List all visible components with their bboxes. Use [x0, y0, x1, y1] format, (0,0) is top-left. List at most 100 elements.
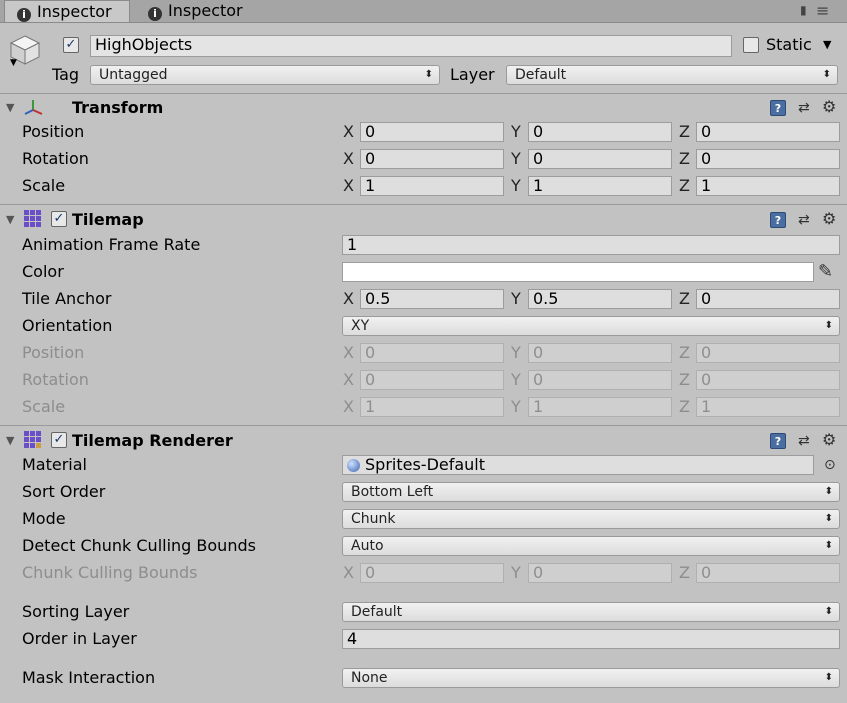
disabled-scale-y-field: 1	[528, 397, 672, 417]
scale-y-field[interactable]: 1	[528, 176, 672, 196]
renderer-enabled-checkbox[interactable]: ✓	[51, 432, 67, 448]
gear-icon[interactable]: ⚙	[822, 99, 836, 115]
orientation-dropdown[interactable]: XY ⬍	[342, 316, 840, 336]
icon-dropdown-arrow-icon[interactable]: ▼	[10, 58, 17, 68]
gear-icon[interactable]: ⚙	[822, 211, 836, 227]
menu-icon[interactable]: ≡	[816, 1, 829, 20]
gameobject-name-field[interactable]: HighObjects	[90, 35, 732, 57]
x-axis-label: X	[343, 122, 354, 141]
sort-order-value: Bottom Left	[351, 484, 434, 500]
preset-icon[interactable]: ⇄	[798, 433, 810, 449]
scale-x-field[interactable]: 1	[360, 176, 504, 196]
rotation-y-field[interactable]: 0	[528, 149, 672, 169]
y-axis-label: Y	[511, 343, 521, 362]
foldout-arrow-icon[interactable]: ▼	[6, 96, 14, 120]
frame-rate-field[interactable]: 1	[342, 235, 840, 255]
tab-bar: i Inspector i Inspector ▮ ≡	[0, 0, 847, 23]
x-axis-label: X	[343, 370, 354, 389]
position-y-field[interactable]: 0	[528, 122, 672, 142]
rotation-z-field[interactable]: 0	[696, 149, 840, 169]
material-value: Sprites-Default	[365, 455, 486, 474]
info-icon: i	[148, 7, 162, 21]
help-icon[interactable]: ?	[770, 433, 786, 449]
object-picker-icon[interactable]: ⊙	[824, 455, 836, 475]
static-checkbox[interactable]	[743, 37, 759, 53]
bounds-z-field: 0	[696, 563, 840, 583]
layer-value: Default	[515, 67, 567, 83]
disabled-scale-z-field: 1	[696, 397, 840, 417]
tile-anchor-x-field[interactable]: 0.5	[360, 289, 504, 309]
color-swatch[interactable]	[342, 262, 814, 282]
disabled-scale-x-field: 1	[360, 397, 504, 417]
tag-dropdown[interactable]: Untagged ⬍	[90, 65, 440, 85]
eyedropper-icon[interactable]: ✎	[818, 261, 833, 282]
static-label: Static	[766, 35, 812, 54]
x-axis-label: X	[343, 343, 354, 362]
x-axis-label: X	[343, 176, 354, 195]
static-dropdown-icon[interactable]: ▼	[823, 38, 831, 51]
material-label: Material	[22, 455, 87, 474]
tilemap-enabled-checkbox[interactable]: ✓	[51, 211, 67, 227]
divider	[0, 204, 847, 205]
dropdown-arrow-icon: ⬍	[824, 513, 833, 524]
tag-label: Tag	[52, 65, 80, 84]
dropdown-arrow-icon: ⬍	[824, 320, 833, 331]
detect-culling-dropdown[interactable]: Auto ⬍	[342, 536, 840, 556]
info-icon: i	[17, 8, 31, 22]
position-x-field[interactable]: 0	[360, 122, 504, 142]
z-axis-label: Z	[679, 176, 690, 195]
preset-icon[interactable]: ⇄	[798, 100, 810, 116]
dropdown-arrow-icon: ⬍	[824, 606, 833, 617]
tag-value: Untagged	[99, 67, 168, 83]
x-axis-label: X	[343, 149, 354, 168]
disabled-rotation-label: Rotation	[22, 370, 89, 389]
material-field[interactable]: Sprites-Default	[342, 455, 814, 475]
dropdown-arrow-icon: ⬍	[824, 540, 833, 551]
x-axis-label: X	[343, 397, 354, 416]
frame-rate-label: Animation Frame Rate	[22, 235, 201, 254]
tilemap-grid-icon	[24, 210, 41, 227]
y-axis-label: Y	[511, 563, 521, 582]
position-z-field[interactable]: 0	[696, 122, 840, 142]
dropdown-arrow-icon: ⬍	[824, 672, 833, 683]
layer-dropdown[interactable]: Default ⬍	[506, 65, 838, 85]
tile-anchor-z-field[interactable]: 0	[696, 289, 840, 309]
z-axis-label: Z	[679, 122, 690, 141]
tab-inspector-2[interactable]: i Inspector	[136, 0, 266, 22]
active-checkbox[interactable]: ✓	[63, 37, 79, 53]
dropdown-arrow-icon: ⬍	[424, 69, 433, 80]
help-icon[interactable]: ?	[770, 100, 786, 116]
preset-icon[interactable]: ⇄	[798, 212, 810, 228]
y-axis-label: Y	[511, 397, 521, 416]
tab-inspector-1[interactable]: i Inspector	[4, 0, 130, 22]
tilemap-header[interactable]: ▼ ✓ Tilemap ? ⇄ ⚙	[0, 208, 847, 232]
divider	[0, 93, 847, 94]
order-in-layer-field[interactable]: 4	[342, 629, 840, 649]
disabled-rotation-x-field: 0	[360, 370, 504, 390]
disabled-position-y-field: 0	[528, 343, 672, 363]
rotation-x-field[interactable]: 0	[360, 149, 504, 169]
tile-anchor-label: Tile Anchor	[22, 289, 112, 308]
mode-value: Chunk	[351, 511, 396, 527]
sorting-layer-dropdown[interactable]: Default ⬍	[342, 602, 840, 622]
scale-label: Scale	[22, 176, 66, 195]
transform-header[interactable]: ▼ Transform ? ⇄ ⚙	[0, 96, 847, 120]
detect-culling-value: Auto	[351, 538, 384, 554]
z-axis-label: Z	[679, 149, 690, 168]
lock-icon[interactable]: ▮	[800, 3, 807, 17]
tile-anchor-y-field[interactable]: 0.5	[528, 289, 672, 309]
help-icon[interactable]: ?	[770, 212, 786, 228]
foldout-arrow-icon[interactable]: ▼	[6, 429, 14, 453]
gear-icon[interactable]: ⚙	[822, 432, 836, 448]
sort-order-dropdown[interactable]: Bottom Left ⬍	[342, 482, 840, 502]
bounds-x-field: 0	[360, 563, 504, 583]
detect-culling-label: Detect Chunk Culling Bounds	[22, 536, 256, 555]
foldout-arrow-icon[interactable]: ▼	[6, 208, 14, 232]
mode-dropdown[interactable]: Chunk ⬍	[342, 509, 840, 529]
z-axis-label: Z	[679, 343, 690, 362]
tilemap-renderer-header[interactable]: ▼ ✓ Tilemap Renderer ? ⇄ ⚙	[0, 429, 847, 453]
y-axis-label: Y	[511, 176, 521, 195]
tilemap-title: Tilemap	[72, 210, 144, 229]
scale-z-field[interactable]: 1	[696, 176, 840, 196]
mask-interaction-dropdown[interactable]: None ⬍	[342, 668, 840, 688]
